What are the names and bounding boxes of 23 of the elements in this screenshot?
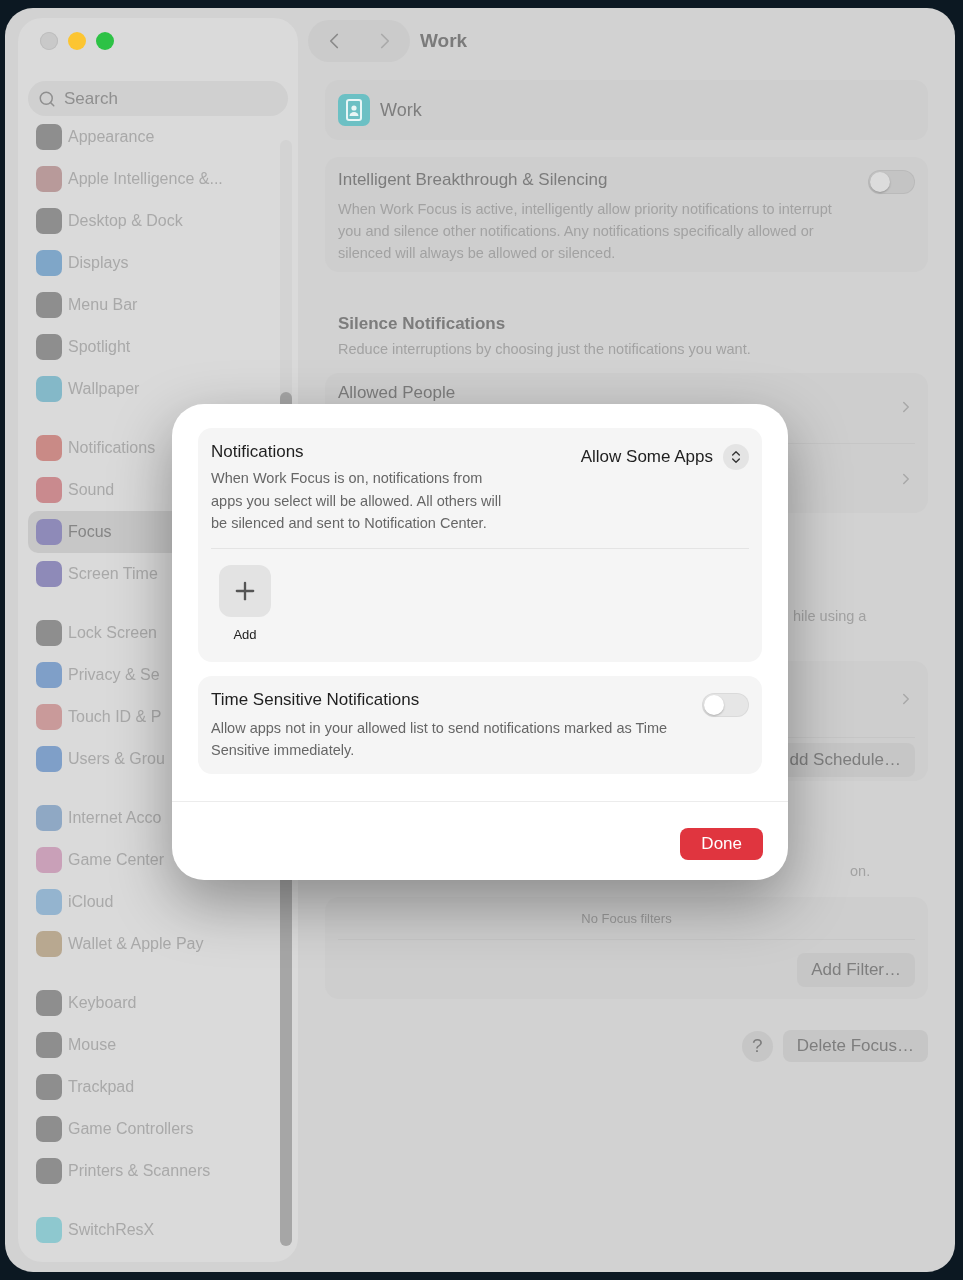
close-button[interactable] <box>40 32 58 50</box>
row-label: Allowed People <box>338 383 456 403</box>
mode-popup[interactable]: Allow Some Apps <box>580 442 749 472</box>
zoom-button[interactable] <box>96 32 114 50</box>
minimize-button[interactable] <box>68 32 86 50</box>
setting-description: Allow apps not in your allowed list to send notifications marked as Time Sensitive immediately. <box>211 718 669 760</box>
done-button[interactable]: Done <box>680 827 763 860</box>
help-button[interactable]: ? <box>741 1030 773 1062</box>
setting-title: Intelligent Breakthrough & Silencing <box>338 170 608 190</box>
setting-title: Time Sensitive Notifications <box>211 689 420 710</box>
search-field[interactable]: Search <box>28 81 288 116</box>
add-filter-button[interactable]: Add Filter… <box>797 952 915 987</box>
search-icon <box>38 90 56 108</box>
toggle-switch[interactable] <box>702 692 749 717</box>
section-heading: Silence Notifications <box>338 314 507 334</box>
delete-focus-button[interactable]: Delete Focus… <box>782 1030 928 1062</box>
setting-title: Notifications <box>211 442 305 462</box>
toggle-switch[interactable] <box>868 170 915 194</box>
focus-name: Work <box>380 99 422 121</box>
add-app-button[interactable] <box>219 564 271 617</box>
page-title: Work <box>420 30 468 52</box>
add-label: Add <box>233 626 257 642</box>
id-badge-icon <box>338 94 370 126</box>
